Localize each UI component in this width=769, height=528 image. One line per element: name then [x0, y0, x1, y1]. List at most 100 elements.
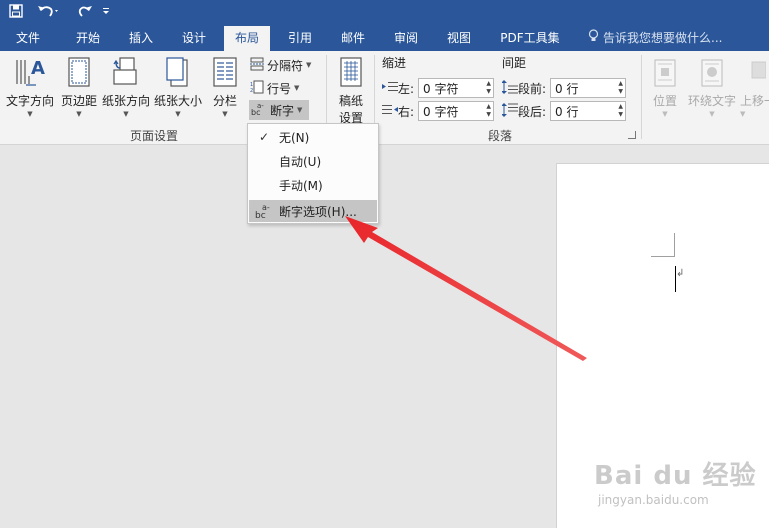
spacing-before-icon	[501, 79, 518, 97]
chevron-down-icon: ▼	[76, 110, 82, 118]
bring-forward-label: 上移一	[740, 94, 769, 108]
chevron-down-icon: ▼	[27, 110, 33, 118]
text-direction-icon: A	[12, 54, 48, 88]
indent-right-value: 0 字符	[423, 104, 459, 119]
chevron-down-icon: ▼	[662, 110, 668, 118]
tab-pdf-tools[interactable]: PDF工具集	[492, 26, 568, 51]
watermark: Bai du 经验 jingyan.baidu.com	[590, 455, 760, 515]
indent-left-input[interactable]: 0 字符 ▲ ▼	[418, 78, 495, 98]
menu-item-hyphenation-options[interactable]: bc a- 断字选项(H)...	[249, 200, 377, 222]
menu-item-none[interactable]: ✓ 无(N)	[249, 126, 377, 148]
tab-file[interactable]: 文件	[6, 26, 50, 51]
tell-me-box[interactable]: 告诉我您想要做什么...	[588, 26, 722, 51]
chevron-down-icon: ▼	[222, 110, 228, 118]
indent-left-row: 左: 0 字符 ▲ ▼	[382, 78, 495, 98]
breaks-label: 分隔符	[267, 58, 304, 73]
spacing-before-input[interactable]: 0 行 ▲ ▼	[550, 78, 627, 98]
spacing-before-label: 段前:	[518, 81, 547, 96]
indent-left-label: 左:	[398, 81, 415, 96]
position-icon	[652, 54, 678, 88]
paragraph-mark: ↲	[676, 268, 685, 279]
spinner-arrows-icon[interactable]: ▲ ▼	[618, 80, 625, 96]
menu-item-label: 断字选项(H)...	[279, 204, 357, 219]
indent-right-icon	[382, 104, 398, 119]
orientation-label: 纸张方向	[101, 94, 150, 108]
size-label: 纸张大小	[153, 94, 202, 108]
indent-right-row: 右: 0 字符 ▲ ▼	[382, 101, 495, 121]
redo-icon[interactable]	[74, 0, 96, 22]
bring-forward-icon	[740, 54, 766, 88]
line-numbers-label: 行号	[267, 81, 292, 96]
menu-item-manual[interactable]: 手动(M)	[249, 174, 377, 196]
spinner-arrows-icon[interactable]: ▲ ▼	[486, 80, 493, 96]
lightbulb-icon	[588, 26, 599, 51]
tab-home[interactable]: 开始	[66, 26, 110, 51]
hyphenation-button[interactable]: bc a- 断字 ▼	[249, 100, 309, 120]
spacing-after-row: 段后: 0 行 ▲ ▼	[501, 101, 627, 121]
orientation-button[interactable]: 纸张方向 ▼	[100, 54, 152, 118]
spacing-after-icon	[501, 102, 518, 120]
chevron-down-icon: ▼	[123, 110, 129, 118]
columns-icon	[212, 54, 238, 88]
svg-text:bc: bc	[255, 211, 266, 219]
customize-icon[interactable]	[100, 0, 112, 22]
tab-view[interactable]: 视图	[437, 26, 481, 51]
tab-layout[interactable]: 布局	[224, 26, 270, 51]
hyphenation-icon: bc a-	[251, 102, 267, 119]
indent-left-value: 0 字符	[423, 81, 459, 96]
menu-item-label: 自动(U)	[279, 154, 322, 169]
indent-left-icon	[382, 81, 398, 96]
paragraph-group-label: 段落	[488, 129, 513, 143]
menu-item-label: 无(N)	[279, 130, 310, 145]
save-icon[interactable]	[6, 0, 26, 22]
ribbon-tabs: 文件 开始 插入 设计 布局 引用 邮件 审阅 视图 PDF工具集 告诉我您想要…	[0, 26, 769, 51]
indent-header: 缩进	[382, 55, 407, 70]
margins-label: 页边距	[60, 94, 97, 108]
menu-item-automatic[interactable]: 自动(U)	[249, 150, 377, 172]
tab-review[interactable]: 审阅	[384, 26, 428, 51]
spinner-arrows-icon[interactable]: ▲ ▼	[486, 103, 493, 119]
spinner-arrows-icon[interactable]: ▲ ▼	[618, 103, 625, 119]
text-direction-label: 文字方向	[5, 94, 54, 108]
indent-right-input[interactable]: 0 字符 ▲ ▼	[418, 101, 495, 121]
hyphenation-label: 断字	[270, 103, 295, 118]
crop-mark	[651, 256, 675, 257]
tab-design[interactable]: 设计	[172, 26, 216, 51]
undo-icon[interactable]	[34, 0, 64, 22]
tab-insert[interactable]: 插入	[119, 26, 163, 51]
tell-me-placeholder: 告诉我您想要做什么...	[603, 31, 723, 45]
text-direction-button[interactable]: A 文字方向 ▼	[4, 54, 56, 118]
chevron-down-icon: ▼	[709, 110, 715, 118]
breaks-button[interactable]: 分隔符 ▼	[250, 55, 311, 75]
bring-forward-button[interactable]: 上移一 ▼	[740, 54, 769, 118]
indent-right-label: 右:	[398, 104, 415, 119]
margins-button[interactable]: 页边距 ▼	[58, 54, 100, 118]
draft-paper-icon	[338, 54, 364, 88]
margins-icon	[65, 54, 93, 88]
chevron-down-icon: ▼	[297, 106, 303, 114]
hyphenation-icon: bc a-	[249, 203, 279, 219]
columns-label: 分栏	[212, 94, 237, 108]
paragraph-launcher[interactable]	[628, 131, 636, 139]
svg-text:A: A	[31, 58, 45, 79]
draft-paper-button[interactable]: 稿纸 设置	[332, 54, 370, 126]
line-numbers-button[interactable]: 12 行号 ▼	[250, 78, 299, 98]
size-button[interactable]: 纸张大小 ▼	[152, 54, 204, 118]
spacing-after-value: 0 行	[555, 104, 579, 119]
group-divider	[641, 55, 642, 139]
spacing-header: 间距	[502, 55, 527, 70]
page-setup-group-label: 页面设置	[130, 129, 179, 143]
size-icon	[163, 54, 193, 88]
position-button[interactable]: 位置 ▼	[646, 54, 684, 118]
wrap-text-button[interactable]: 环绕文字 ▼	[686, 54, 738, 118]
orientation-icon	[110, 54, 142, 88]
svg-text:a-: a-	[257, 102, 264, 110]
draft-paper-label-1: 稿纸	[338, 94, 363, 108]
tab-mailings[interactable]: 邮件	[331, 26, 375, 51]
watermark-logo: Bai du 经验	[594, 461, 757, 491]
spacing-after-input[interactable]: 0 行 ▲ ▼	[550, 101, 627, 121]
columns-button[interactable]: 分栏 ▼	[206, 54, 244, 118]
chevron-down-icon: ▼	[294, 84, 300, 92]
tab-references[interactable]: 引用	[278, 26, 322, 51]
chevron-down-icon: ▼	[740, 110, 746, 118]
